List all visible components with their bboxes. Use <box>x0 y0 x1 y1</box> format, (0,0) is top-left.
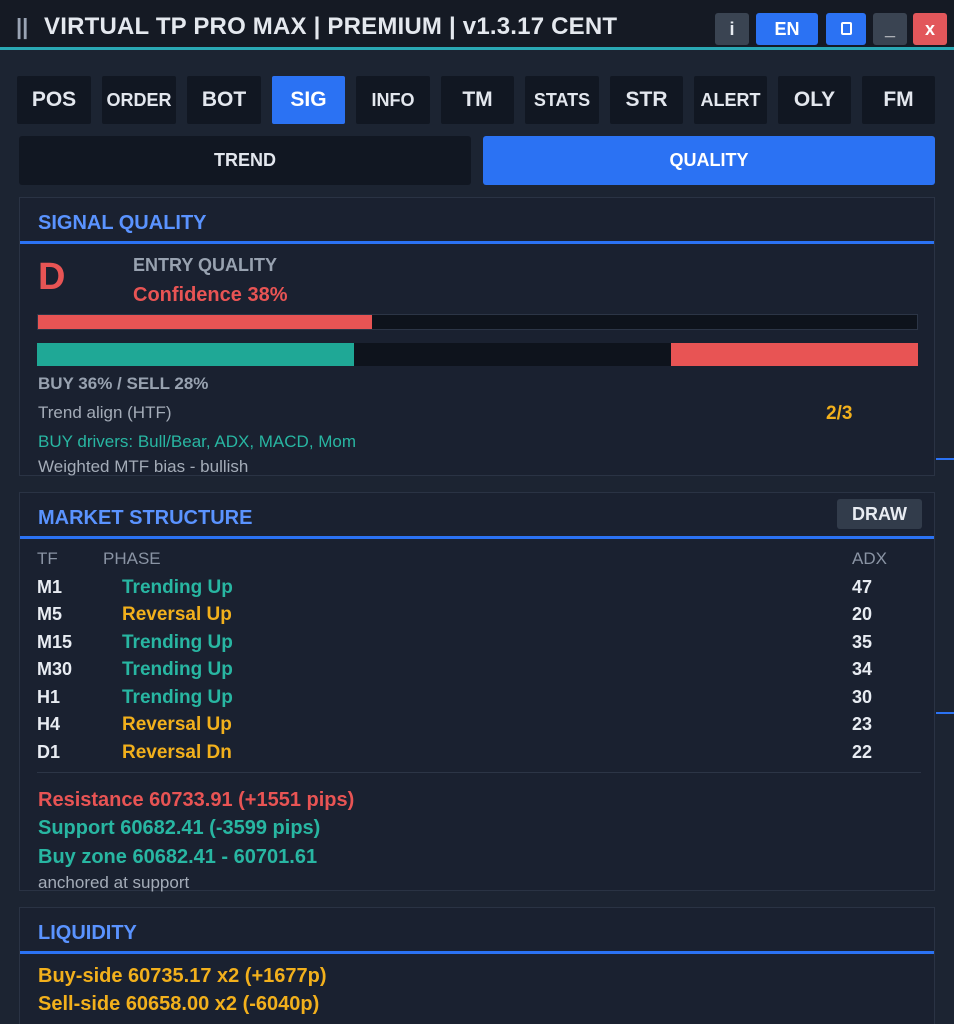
tab-order[interactable]: ORDER <box>102 76 176 124</box>
header-tf: TF <box>37 549 58 568</box>
row-phase: Trending Up <box>122 659 233 680</box>
row-phase: Trending Up <box>122 632 233 653</box>
row-tf: M30 <box>37 659 73 679</box>
liquidity-panel: LIQUIDITY Buy-side 60735.17 x2 (+1677p) … <box>19 907 935 1024</box>
header-adx: ADX <box>852 549 887 568</box>
row-adx: 35 <box>852 632 873 652</box>
trend-align-label: Trend align (HTF) <box>38 403 172 422</box>
support-level: Support 60682.41 (-3599 pips) <box>38 817 321 839</box>
language-button[interactable]: EN <box>756 13 818 45</box>
tab-tm[interactable]: TM <box>441 76 514 124</box>
drag-grip-icon[interactable]: || <box>16 14 28 40</box>
table-row: D1 Reversal Dn 22 <box>20 742 934 769</box>
signal-quality-title: SIGNAL QUALITY <box>38 212 207 234</box>
row-phase: Trending Up <box>122 687 233 708</box>
liquidity-title: LIQUIDITY <box>38 922 137 944</box>
buy-drivers: BUY drivers: Bull/Bear, ADX, MACD, Mom <box>38 432 357 451</box>
market-structure-panel: MARKET STRUCTURE DRAW TF PHASE ADX M1 Tr… <box>19 492 935 892</box>
tab-sig[interactable]: SIG <box>272 76 345 124</box>
anchored-note: anchored at support <box>38 873 190 892</box>
buy-side-liquidity: Buy-side 60735.17 x2 (+1677p) <box>38 965 327 987</box>
quality-grade: D <box>38 256 66 298</box>
chart-line-marker <box>936 712 954 714</box>
draw-button[interactable]: DRAW <box>837 499 922 529</box>
row-phase: Trending Up <box>122 577 233 598</box>
sell-bar-fill <box>671 343 918 366</box>
row-tf: M15 <box>37 632 73 652</box>
tab-alert[interactable]: ALERT <box>694 76 767 124</box>
table-row: M15 Trending Up 35 <box>20 632 934 659</box>
subtab-trend[interactable]: TREND <box>19 136 471 185</box>
buy-bar-fill <box>37 343 355 366</box>
tab-oly[interactable]: OLY <box>778 76 851 124</box>
chart-line-marker <box>936 458 954 460</box>
row-phase: Reversal Up <box>122 604 232 625</box>
buy-sell-text: BUY 36% / SELL 28% <box>38 374 209 393</box>
signal-quality-header: SIGNAL QUALITY <box>20 198 934 244</box>
signal-quality-panel: SIGNAL QUALITY D ENTRY QUALITY Confidenc… <box>19 197 935 476</box>
maximize-button[interactable] <box>826 13 866 45</box>
tab-stats[interactable]: STATS <box>525 76 599 124</box>
market-structure-title: MARKET STRUCTURE <box>38 507 253 529</box>
row-adx: 47 <box>852 577 873 597</box>
header-phase: PHASE <box>103 549 161 568</box>
minimize-button[interactable]: _ <box>873 13 907 45</box>
row-tf: M1 <box>37 577 63 597</box>
table-row: M5 Reversal Up 20 <box>20 604 934 631</box>
resistance-level: Resistance 60733.91 (+1551 pips) <box>38 789 355 811</box>
mtf-bias: Weighted MTF bias - bullish <box>38 457 249 476</box>
confidence-bar <box>37 314 918 330</box>
info-button[interactable]: i <box>715 13 749 45</box>
tab-str[interactable]: STR <box>610 76 683 124</box>
table-row: M1 Trending Up 47 <box>20 577 934 604</box>
liquidity-header: LIQUIDITY <box>20 908 934 954</box>
row-adx: 30 <box>852 687 873 707</box>
title-bar[interactable]: || VIRTUAL TP PRO MAX | PREMIUM | v1.3.1… <box>0 0 954 50</box>
market-structure-header: MARKET STRUCTURE DRAW <box>20 493 934 539</box>
row-tf: H1 <box>37 687 61 707</box>
subtab-quality[interactable]: QUALITY <box>483 136 935 185</box>
table-row: H4 Reversal Up 23 <box>20 714 934 741</box>
row-phase: Reversal Up <box>122 714 232 735</box>
row-adx: 34 <box>852 659 873 679</box>
table-row: M30 Trending Up 34 <box>20 659 934 686</box>
row-adx: 22 <box>852 742 873 762</box>
confidence-text: Confidence 38% <box>133 284 288 306</box>
entry-quality-label: ENTRY QUALITY <box>133 255 278 275</box>
tab-fm[interactable]: FM <box>862 76 935 124</box>
table-row: H1 Trending Up 30 <box>20 687 934 714</box>
window-title: VIRTUAL TP PRO MAX | PREMIUM | v1.3.17 C… <box>44 13 618 40</box>
divider <box>37 772 921 773</box>
row-tf: D1 <box>37 742 61 762</box>
trend-align-value: 2/3 <box>826 403 853 424</box>
row-tf: M5 <box>37 604 63 624</box>
buy-sell-bar <box>37 343 918 366</box>
sell-side-liquidity: Sell-side 60658.00 x2 (-6040p) <box>38 993 320 1015</box>
row-adx: 23 <box>852 714 873 734</box>
close-button[interactable]: x <box>913 13 947 45</box>
confidence-bar-fill <box>38 315 373 329</box>
tab-info[interactable]: INFO <box>356 76 430 124</box>
tab-pos[interactable]: POS <box>17 76 91 124</box>
tab-bot[interactable]: BOT <box>187 76 261 124</box>
row-adx: 20 <box>852 604 873 624</box>
buy-zone: Buy zone 60682.41 - 60701.61 <box>38 846 318 868</box>
row-phase: Reversal Dn <box>122 742 232 763</box>
maximize-icon <box>840 22 852 36</box>
row-tf: H4 <box>37 714 61 734</box>
